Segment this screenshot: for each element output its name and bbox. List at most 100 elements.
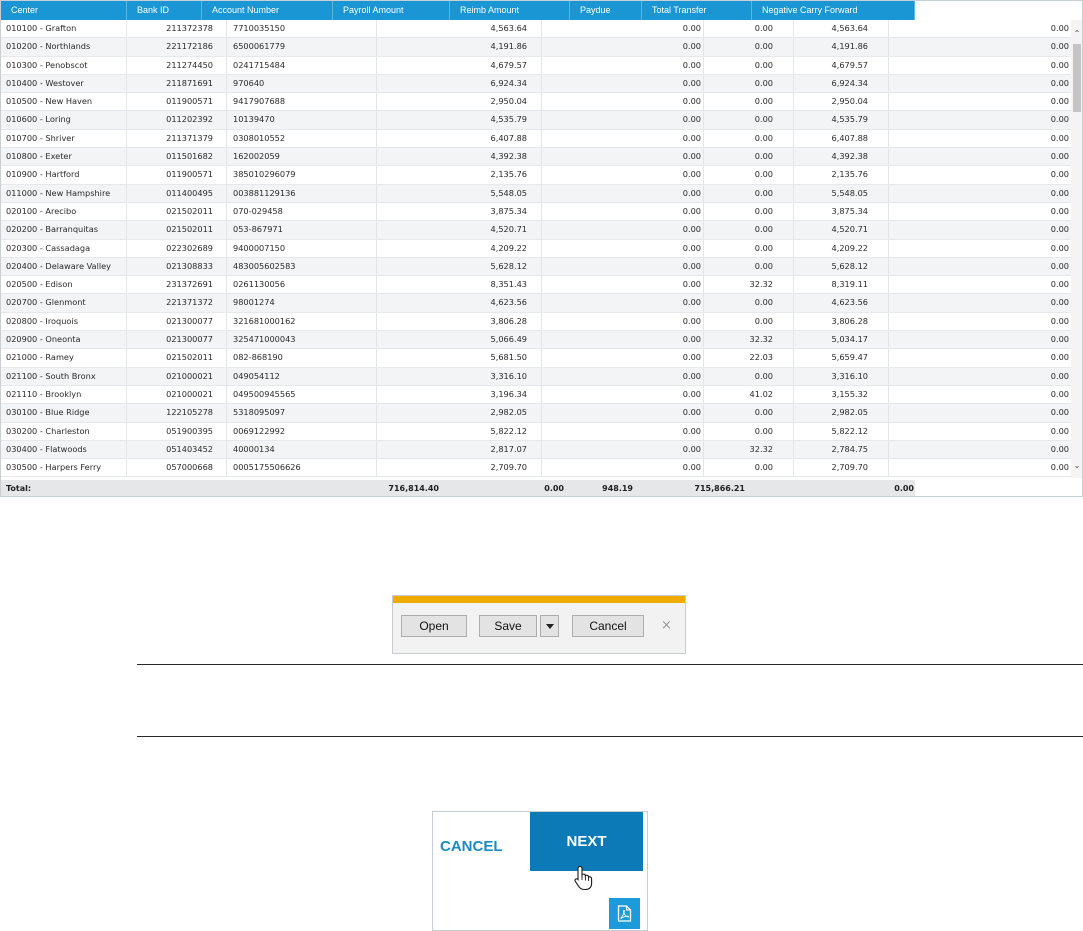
cell-reimb-amount: 0.00	[542, 74, 704, 93]
cell-payroll-amount: 2,709.70	[377, 459, 542, 477]
cell-total-transfer: 5,034.17	[794, 331, 889, 349]
wizard-cancel-button[interactable]: CANCEL	[440, 838, 503, 855]
open-button[interactable]: Open	[401, 615, 467, 637]
cell-bank-id: 011400495	[127, 184, 227, 202]
column-header-bank-id[interactable]: Bank ID	[127, 1, 202, 20]
cell-payroll-amount: 3,806.28	[377, 312, 542, 331]
cell-account-number: 325471000043	[227, 331, 377, 349]
chevron-up-icon[interactable]: ⌃	[1071, 28, 1082, 40]
cell-negative-carry-forward: 0.00	[1050, 169, 1069, 180]
table-row[interactable]: 020100 - Arecibo 021502011 070-029458 3,875…	[1, 202, 1071, 222]
table-row[interactable]: 020200 - Barranquitas 021502011 053-867971…	[1, 221, 1071, 240]
column-header-total-transfer[interactable]: Total Transfer	[642, 1, 752, 20]
cell-center: 010100 - Grafton	[1, 20, 127, 38]
table-row[interactable]: 030400 - Flatwoods 051403452 40000134 2,817…	[1, 440, 1071, 460]
cell-reimb-amount: 0.00	[542, 202, 704, 221]
table-row[interactable]: 010800 - Exeter 011501682 162002059 4,392.3…	[1, 148, 1071, 167]
cell-bank-id: 011501682	[127, 148, 227, 166]
cell-payroll-amount: 2,135.76	[377, 166, 542, 184]
cell-total-transfer: 3,316.10	[794, 367, 889, 385]
cell-negative-carry-forward: 0.00	[1050, 443, 1069, 454]
save-button[interactable]: Save	[479, 615, 537, 637]
wizard-next-button[interactable]: NEXT	[530, 812, 643, 871]
cell-center: 020900 - Oneonta	[1, 331, 127, 349]
cell-account-number: 10139470	[227, 111, 377, 129]
totals-total-transfer: 715,866.21	[694, 484, 745, 493]
pdf-export-button[interactable]	[609, 898, 640, 929]
table-row[interactable]: 030100 - Blue Ridge 122105278 5318095097 2,…	[1, 404, 1071, 423]
cell-reimb-amount: 0.00	[542, 111, 704, 129]
cell-bank-id: 021502011	[127, 349, 227, 367]
cell-paydue: 41.02	[704, 385, 794, 404]
download-bar-accent	[393, 596, 685, 603]
column-header-negative-carry-forward[interactable]: Negative Carry Forward	[752, 1, 915, 20]
table-row[interactable]: 020800 - Iroquois 021300077 321681000162 3,…	[1, 312, 1071, 332]
cancel-download-button[interactable]: Cancel	[572, 615, 644, 637]
cell-center: 011000 - New Hampshire	[1, 184, 127, 202]
table-row[interactable]: 020500 - Edison 231372691 0261130056 8,351.…	[1, 276, 1071, 295]
cell-payroll-amount: 4,563.64	[377, 20, 542, 38]
table-row[interactable]: 021000 - Ramey 021502011 082-868190 5,681.5…	[1, 349, 1071, 368]
table-row[interactable]: 010900 - Hartford 011900571 385010296079 2,…	[1, 166, 1071, 185]
cell-bank-id: 231372691	[127, 276, 227, 294]
cell-bank-id: 021502011	[127, 202, 227, 221]
column-header-account-number[interactable]: Account Number	[202, 1, 333, 20]
close-icon[interactable]: ×	[661, 617, 672, 635]
table-row[interactable]: 010600 - Loring 011202392 10139470 4,535.79…	[1, 111, 1071, 130]
cell-paydue: 0.00	[704, 257, 794, 276]
cell-paydue: 0.00	[704, 38, 794, 56]
cell-paydue: 0.00	[704, 20, 794, 38]
cell-paydue: 0.00	[704, 221, 794, 239]
scrollbar-thumb[interactable]	[1073, 44, 1081, 112]
cell-bank-id: 021308833	[127, 257, 227, 276]
table-row[interactable]: 011000 - New Hampshire 011400495 003881129…	[1, 184, 1071, 203]
cell-negative-carry-forward: 0.00	[1050, 187, 1069, 198]
cell-reimb-amount: 0.00	[542, 239, 704, 257]
cell-payroll-amount: 5,681.50	[377, 349, 542, 367]
cell-account-number: 0005175506626	[227, 459, 377, 477]
cell-paydue: 0.00	[704, 148, 794, 166]
table-row[interactable]: 020300 - Cassadaga 022302689 9400007150 4,2…	[1, 239, 1071, 258]
table-row[interactable]: 010500 - New Haven 011900571 9417907688 2,9…	[1, 93, 1071, 112]
table-row[interactable]: 021100 - South Bronx 021000021 049054112 3,…	[1, 367, 1071, 386]
column-header-payroll-amount[interactable]: Payroll Amount	[333, 1, 450, 20]
cell-center: 020100 - Arecibo	[1, 202, 127, 221]
table-row[interactable]: 030200 - Charleston 051900395 0069122992 5,…	[1, 422, 1071, 441]
table-row[interactable]: 010700 - Shriver 211371379 0308010552 6,407…	[1, 129, 1071, 149]
cell-negative-carry-forward: 0.00	[1050, 41, 1069, 52]
cell-reimb-amount: 0.00	[542, 367, 704, 385]
table-row[interactable]: 010300 - Penobscot 211274450 0241715484 4,6…	[1, 56, 1071, 75]
cell-reimb-amount: 0.00	[542, 257, 704, 276]
table-row[interactable]: 010400 - Westover 211871691 970640 6,924.34…	[1, 74, 1071, 94]
cell-payroll-amount: 8,351.43	[377, 276, 542, 294]
cell-reimb-amount: 0.00	[542, 148, 704, 166]
cell-total-transfer: 2,982.05	[794, 404, 889, 422]
table-row[interactable]: 010100 - Grafton 211372378 7710035150 4,563…	[1, 20, 1071, 39]
table-row[interactable]: 021110 - Brooklyn 021000021 049500945565 3,…	[1, 385, 1071, 405]
cell-bank-id: 011900571	[127, 93, 227, 111]
save-menu-button[interactable]	[540, 615, 559, 637]
cell-negative-carry-forward: 0.00	[1050, 334, 1069, 345]
cell-payroll-amount: 4,209.22	[377, 239, 542, 257]
table-row[interactable]: 020900 - Oneonta 021300077 325471000043 5,0…	[1, 331, 1071, 350]
cell-account-number: 98001274	[227, 294, 377, 312]
cell-paydue: 22.03	[704, 349, 794, 367]
cell-paydue: 0.00	[704, 239, 794, 257]
table-row[interactable]: 030500 - Harpers Ferry 057000668 000517550…	[1, 459, 1071, 478]
cell-payroll-amount: 2,982.05	[377, 404, 542, 422]
table-row[interactable]: 020700 - Glenmont 221371372 98001274 4,623.…	[1, 294, 1071, 313]
column-header-center[interactable]: Center	[1, 1, 127, 20]
cell-reimb-amount: 0.00	[542, 129, 704, 148]
column-header-reimb-amount[interactable]: Reimb Amount	[450, 1, 570, 20]
table-row[interactable]: 020400 - Delaware Valley 021308833 4830056…	[1, 257, 1071, 277]
table-row[interactable]: 010200 - Northlands 221172186 6500061779 4,…	[1, 38, 1071, 57]
cell-total-transfer: 3,875.34	[794, 202, 889, 221]
cell-total-transfer: 5,628.12	[794, 257, 889, 276]
cell-total-transfer: 6,407.88	[794, 129, 889, 148]
column-header-paydue[interactable]: Paydue	[570, 1, 642, 20]
chevron-down-icon[interactable]: ⌄	[1071, 460, 1082, 472]
cell-negative-carry-forward: 0.00	[1050, 297, 1069, 308]
cell-bank-id: 022302689	[127, 239, 227, 257]
cell-total-transfer: 3,806.28	[794, 312, 889, 331]
vertical-scrollbar[interactable]: ⌃ ⌄	[1071, 20, 1082, 478]
